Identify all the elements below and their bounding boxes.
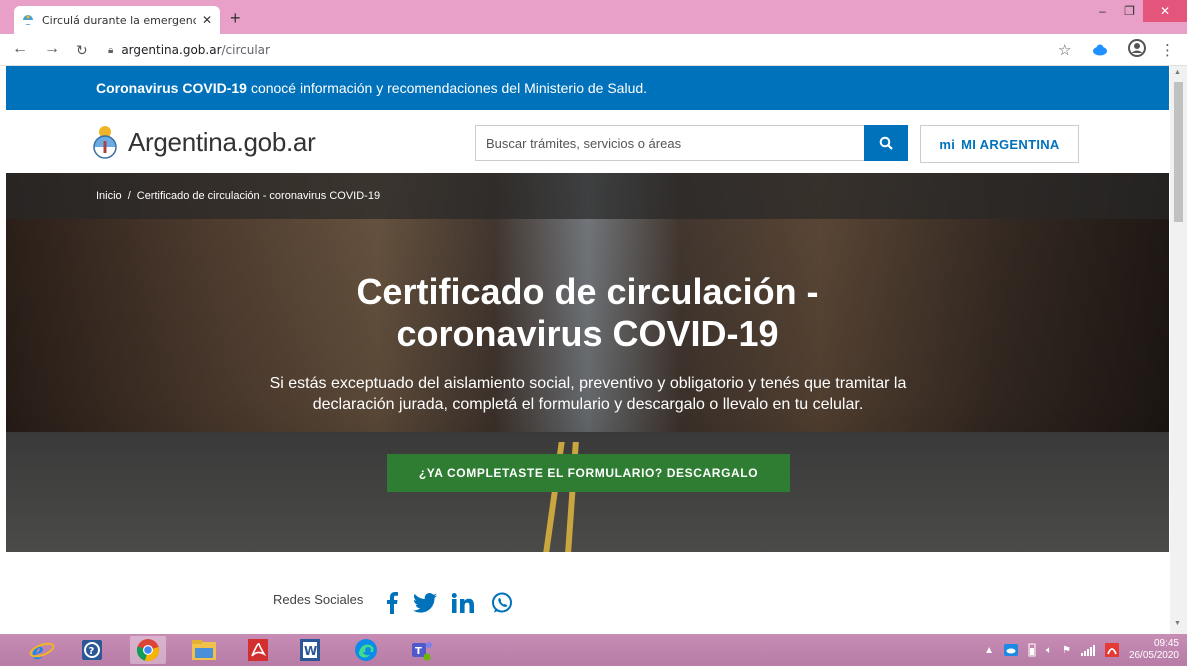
volume-icon[interactable]: 🔈︎ [1046, 645, 1052, 656]
acrobat-icon[interactable] [240, 636, 276, 664]
antivirus-icon[interactable] [1104, 643, 1119, 657]
site-header: Argentina.gob.ar Buscar trámites, servic… [6, 110, 1169, 173]
social-label: Redes Sociales [273, 592, 364, 607]
network-signal-icon[interactable] [1080, 644, 1095, 656]
tab-title: Circulá durante la emergencia sa [42, 13, 196, 27]
svg-text:T: T [415, 646, 422, 657]
extension-cloud-icon[interactable] [1092, 43, 1108, 60]
covid-banner-text[interactable]: conocé información y recomendaciones del… [251, 80, 647, 96]
bookmark-star-icon[interactable]: ☆ [1058, 41, 1071, 59]
browser-tab[interactable]: Circulá durante la emergencia sa ✕ [14, 6, 220, 34]
browser-titlebar: Circulá durante la emergencia sa ✕ + – ❐… [0, 0, 1187, 34]
facebook-icon[interactable] [386, 592, 398, 614]
hero-description: Si estás exceptuado del aislamiento soci… [269, 375, 907, 413]
search-button[interactable] [864, 125, 908, 161]
url-path: /circular [221, 43, 270, 57]
restore-icon[interactable]: ❐ [1116, 0, 1143, 22]
teams-icon[interactable]: T [404, 636, 440, 664]
close-window-icon[interactable]: ✕ [1143, 0, 1187, 22]
hero-street-background [6, 432, 1169, 552]
social-icons [386, 592, 513, 614]
scrollbar-thumb[interactable] [1174, 82, 1183, 222]
mi-argentina-label: MI ARGENTINA [961, 136, 1060, 152]
page-title-line2: coronavirus COVID-19 [396, 313, 779, 354]
breadcrumb-current: Certificado de circulación - coronavirus… [136, 190, 381, 202]
covid-banner-bold[interactable]: Coronavirus COVID-19 [96, 80, 247, 96]
scroll-down-arrow-icon[interactable]: ▼ [1174, 620, 1181, 627]
address-bar-row: ← → ↻ 🔒︎ argentina.gob.ar/circular ☆ ⋮ [0, 34, 1187, 66]
page-title-line1: Certificado de circulación - [356, 271, 819, 312]
url-field[interactable]: 🔒︎ argentina.gob.ar/circular [108, 39, 1088, 61]
web-page: Coronavirus COVID-19 conocé información … [6, 66, 1169, 634]
breadcrumb-separator: / [127, 190, 131, 202]
page-title: Certificado de circulación - coronavirus… [6, 271, 1169, 355]
whatsapp-icon[interactable] [491, 592, 513, 614]
profile-avatar-icon[interactable] [1128, 39, 1146, 62]
lock-icon: 🔒︎ [108, 44, 114, 56]
breadcrumb-home-link[interactable]: Inicio [96, 190, 122, 202]
new-tab-button[interactable]: + [230, 9, 241, 27]
page-scrollbar[interactable]: ▲ ▼ [1170, 66, 1187, 634]
breadcrumb: Inicio / Certificado de circulación - co… [6, 173, 1169, 219]
edge-icon[interactable] [348, 636, 384, 664]
svg-text:W: W [304, 644, 317, 658]
forward-arrow-icon[interactable]: → [44, 40, 60, 58]
tab-close-icon[interactable]: ✕ [202, 13, 212, 27]
linkedin-icon[interactable] [452, 593, 476, 613]
reload-icon[interactable]: ↻ [76, 42, 88, 59]
search-icon [879, 136, 893, 150]
taskbar-clock[interactable]: 09:45 26/05/2020 [1129, 638, 1179, 662]
onedrive-icon[interactable] [1003, 644, 1018, 656]
action-flag-icon[interactable]: ⚑ [1062, 645, 1071, 656]
battery-icon[interactable] [1028, 643, 1036, 657]
chrome-icon[interactable] [130, 636, 166, 664]
word-icon[interactable]: W [292, 636, 328, 664]
download-form-button[interactable]: ¿YA COMPLETASTE EL FORMULARIO? DESCARGAL… [387, 454, 790, 492]
search-input[interactable]: Buscar trámites, servicios o áreas [475, 125, 866, 161]
show-hidden-icons-icon[interactable]: ▲ [984, 645, 994, 656]
twitter-icon[interactable] [413, 593, 437, 613]
hero-section: Inicio / Certificado de circulación - co… [6, 173, 1169, 552]
mi-argentina-button[interactable]: mi MI ARGENTINA [920, 125, 1079, 163]
minimize-icon[interactable]: – [1089, 0, 1116, 22]
internet-explorer-icon[interactable]: e [24, 636, 60, 664]
back-arrow-icon[interactable]: ← [12, 40, 28, 58]
social-section: Redes Sociales [6, 552, 1169, 634]
svg-text:?: ? [89, 646, 95, 657]
scroll-up-arrow-icon[interactable]: ▲ [1174, 69, 1181, 76]
clock-date: 26/05/2020 [1128, 650, 1179, 661]
clock-time: 09:45 [1153, 638, 1179, 649]
system-tray: ▲ 🔈︎ ⚑ 09:45 26/05/2020 [984, 634, 1179, 666]
site-logo[interactable]: Argentina.gob.ar [92, 125, 316, 159]
url-host: argentina.gob.ar [121, 43, 222, 57]
covid-banner[interactable]: Coronavirus COVID-19 conocé información … [6, 66, 1169, 110]
window-controls: – ❐ ✕ [1089, 0, 1187, 22]
help-app-icon[interactable]: ? [74, 636, 110, 664]
browser-menu-icon[interactable]: ⋮ [1160, 41, 1175, 59]
mi-argentina-logo-icon: mi [939, 136, 956, 152]
argentina-shield-icon [92, 125, 118, 159]
windows-taskbar: e ? W T ▲ 🔈︎ ⚑ 09:45 26/05/2020 [0, 634, 1187, 666]
argentina-favicon-icon [22, 14, 34, 26]
file-explorer-icon[interactable] [186, 636, 222, 664]
logo-text: Argentina.gob.ar [128, 126, 316, 157]
